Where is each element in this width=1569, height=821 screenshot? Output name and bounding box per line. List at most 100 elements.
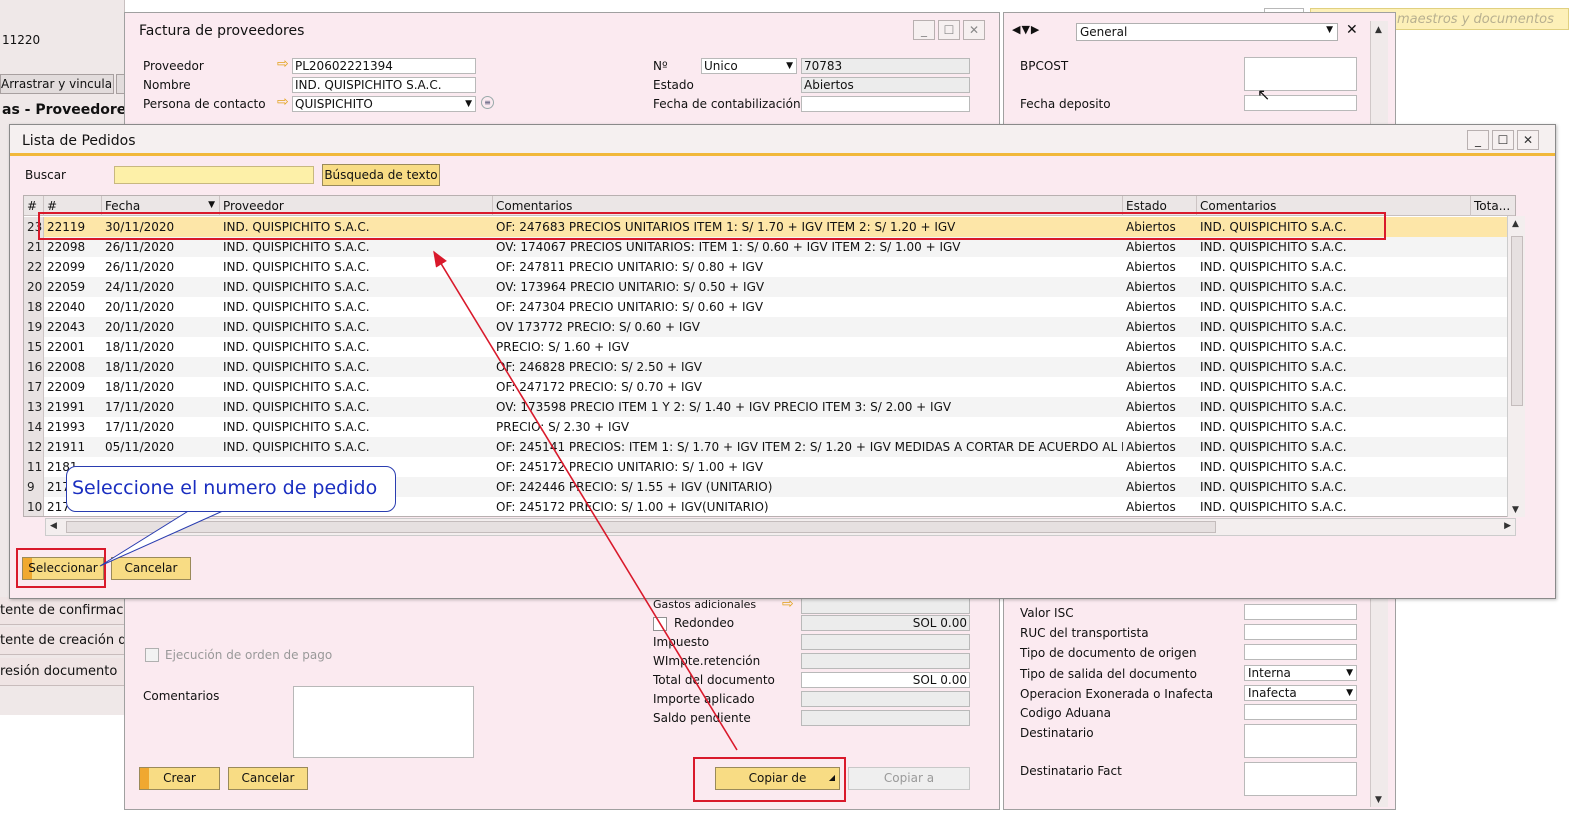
crear-button[interactable]: Crear [139, 767, 220, 790]
operacion-select[interactable]: Inafecta ▼ [1244, 685, 1357, 701]
tipo-salida-select[interactable]: Interna ▼ [1244, 665, 1357, 681]
table-row[interactable]: 16 22008 18/11/2020 IND. QUISPICHITO S.A.C.… [24, 357, 1515, 377]
comentarios-textarea[interactable] [293, 686, 474, 758]
table-row[interactable]: 19 22043 20/11/2020 IND. QUISPICHITO S.A.C.… [24, 317, 1515, 337]
cell-estado: Abiertos [1126, 400, 1176, 414]
tipo-doc-origen-label: Tipo de documento de origen [1020, 646, 1197, 660]
comentarios-label: Comentarios [143, 689, 220, 703]
table-row[interactable]: 21 22098 26/11/2020 IND. QUISPICHITO S.A.C.… [24, 237, 1515, 257]
scroll-up-icon[interactable]: ▲ [1512, 219, 1519, 229]
proveedor-field[interactable]: PL20602221394 [292, 58, 476, 74]
valor-isc-label: Valor ISC [1020, 606, 1074, 620]
estado-label: Estado [653, 78, 694, 92]
drag-and-link-tab[interactable]: Arrastrar y vincular [0, 74, 114, 94]
selected-row-highlight-box [38, 212, 1386, 240]
series-select[interactable]: Unico ▼ [701, 58, 797, 74]
cell-doc: 22098 [47, 240, 86, 254]
category-select[interactable]: General ▼ [1076, 23, 1338, 41]
minimize-icon[interactable]: _ [913, 20, 935, 40]
close-icon[interactable]: ✕ [1517, 130, 1539, 150]
table-row[interactable]: 12 21911 05/11/2020 IND. QUISPICHITO S.A.C.… [24, 437, 1515, 457]
cancelar-lista-button[interactable]: Cancelar [111, 557, 191, 580]
cell-prov: IND. QUISPICHITO S.A.C. [223, 300, 370, 314]
close-icon[interactable]: ✕ [1346, 22, 1358, 38]
cell-com: OF: 246828 PRECIO: S/ 2.50 + IGV [496, 360, 702, 374]
tipo-doc-origen-field[interactable] [1244, 644, 1357, 660]
gastos-link-arrow-icon[interactable]: ⇨ [782, 597, 794, 611]
cell-prov: IND. QUISPICHITO S.A.C. [223, 320, 370, 334]
left-panel-item-2[interactable]: tente de creación de [0, 627, 124, 655]
close-icon[interactable]: ✕ [963, 20, 985, 40]
contacto-label: Persona de contacto [143, 97, 266, 111]
table-row[interactable]: 14 21993 17/11/2020 IND. QUISPICHITO S.A.C.… [24, 417, 1515, 437]
contacto-link-arrow-icon[interactable]: ⇨ [277, 95, 289, 109]
cell-com: OV: 174067 PRECIOS UNITARIOS: ITEM 1: S/… [496, 240, 961, 254]
table-row[interactable]: 20 22059 24/11/2020 IND. QUISPICHITO S.A.C.… [24, 277, 1515, 297]
maximize-icon[interactable]: ☐ [938, 20, 960, 40]
buscar-input[interactable] [114, 166, 314, 184]
destinatario-fact-field[interactable] [1244, 762, 1357, 796]
minimize-icon[interactable]: _ [1467, 130, 1489, 150]
cell-com2: IND. QUISPICHITO S.A.C. [1200, 260, 1347, 274]
table-row[interactable]: 18 22040 20/11/2020 IND. QUISPICHITO S.A.C.… [24, 297, 1515, 317]
copiar-a-button[interactable]: Copiar a [848, 767, 970, 790]
ejecucion-checkbox[interactable] [145, 648, 159, 662]
cell-fecha: 17/11/2020 [105, 420, 175, 434]
cell-prov: IND. QUISPICHITO S.A.C. [223, 420, 370, 434]
cancelar-factura-button[interactable]: Cancelar [228, 767, 308, 790]
nombre-field[interactable]: IND. QUISPICHITO S.A.C. [292, 77, 476, 93]
grid-vertical-scrollbar[interactable]: ▲ ▼ [1507, 216, 1525, 517]
cell-com: OV: 173598 PRECIO ITEM 1 Y 2: S/ 1.40 + … [496, 400, 952, 414]
scroll-down-icon[interactable]: ▼ [1375, 795, 1382, 805]
destinatario-field[interactable] [1244, 724, 1357, 758]
cell-n: 12 [24, 437, 44, 457]
horizontal-scroll-thumb[interactable] [66, 521, 1216, 533]
cell-estado: Abiertos [1126, 420, 1176, 434]
scroll-up-icon[interactable]: ▲ [1375, 25, 1382, 35]
cell-n: 9 [24, 477, 44, 497]
grid-horizontal-scrollbar[interactable]: ◀ ▶ [45, 518, 1516, 536]
record-nav-icons[interactable]: ◀▼▶ [1012, 23, 1070, 41]
cell-com2: IND. QUISPICHITO S.A.C. [1200, 240, 1347, 254]
table-row[interactable]: 13 21991 17/11/2020 IND. QUISPICHITO S.A.C.… [24, 397, 1515, 417]
cell-com: OF: 245172 PRECIO UNITARIO: S/ 1.00 + IG… [496, 460, 764, 474]
scroll-down-icon[interactable]: ▼ [1512, 505, 1519, 515]
lista-titlebar[interactable]: Lista de Pedidos _ ☐ ✕ [10, 125, 1555, 156]
cell-n: 15 [24, 337, 44, 357]
factura-title: Factura de proveedores [139, 23, 305, 39]
cell-doc: 21993 [47, 420, 86, 434]
proveedor-link-arrow-icon[interactable]: ⇨ [277, 57, 289, 71]
contact-list-icon[interactable]: ≡ [481, 96, 494, 109]
scroll-left-icon[interactable]: ◀ [50, 521, 57, 531]
col-total[interactable]: Tota... [1471, 196, 1515, 216]
left-panel-item-3[interactable]: resión documento [0, 658, 124, 686]
chevron-down-icon: ▼ [1346, 668, 1353, 678]
col-fecha-label: Fecha [105, 199, 141, 213]
cell-com2: IND. QUISPICHITO S.A.C. [1200, 280, 1347, 294]
table-row[interactable]: 22 22099 26/11/2020 IND. QUISPICHITO S.A.C.… [24, 257, 1515, 277]
vertical-scroll-thumb[interactable] [1511, 236, 1523, 406]
ruc-transportista-field[interactable] [1244, 624, 1357, 640]
sort-desc-icon: ▼ [208, 200, 215, 210]
busqueda-texto-button[interactable]: Búsqueda de texto [322, 164, 440, 186]
codigo-aduana-field[interactable] [1244, 704, 1357, 720]
left-panel-item-1[interactable]: tente de confirmació [0, 597, 124, 625]
table-row[interactable]: 17 22009 18/11/2020 IND. QUISPICHITO S.A.C.… [24, 377, 1515, 397]
cell-com2: IND. QUISPICHITO S.A.C. [1200, 480, 1347, 494]
importe-field [801, 691, 970, 707]
table-row[interactable]: 15 22001 18/11/2020 IND. QUISPICHITO S.A.C.… [24, 337, 1515, 357]
factura-window-controls: _ ☐ ✕ [913, 20, 985, 40]
cell-n: 20 [24, 277, 44, 297]
scroll-right-icon[interactable]: ▶ [1504, 521, 1511, 531]
valor-isc-field[interactable] [1244, 604, 1357, 620]
cell-com: OV 173772 PRECIO: S/ 0.60 + IGV [496, 320, 700, 334]
wimpte-field [801, 653, 970, 669]
cell-doc: 22043 [47, 320, 86, 334]
redondeo-checkbox[interactable] [653, 617, 667, 631]
cell-prov: IND. QUISPICHITO S.A.C. [223, 280, 370, 294]
callout-bubble: Seleccione el numero de pedido [66, 466, 396, 512]
contacto-select[interactable]: QUISPICHITO ▼ [292, 96, 476, 112]
fecha-contab-field[interactable] [801, 96, 970, 112]
maximize-icon[interactable]: ☐ [1492, 130, 1514, 150]
seleccionar-highlight-box [16, 548, 106, 588]
